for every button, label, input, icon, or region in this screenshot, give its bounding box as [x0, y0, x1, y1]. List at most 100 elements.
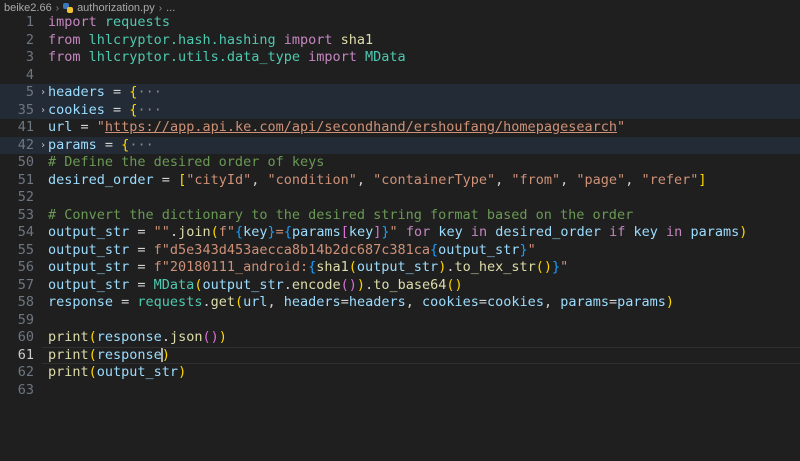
code-text: output_str = f"d5e343d453aecca8b14b2dc68… — [48, 242, 536, 260]
token-op: , — [251, 171, 268, 188]
code-line[interactable]: 56 output_str = f"20180111_android:{sha1(… — [0, 259, 800, 277]
fold-chevron-icon[interactable]: › — [38, 102, 48, 120]
token-fold[interactable]: ··· — [137, 84, 161, 100]
token-op — [276, 32, 284, 48]
token-fn: to_hex_str — [454, 259, 536, 275]
code-line[interactable]: 53 # Convert the dictionary to the desire… — [0, 207, 800, 225]
code-line[interactable]: 62 print(output_str) — [0, 364, 800, 382]
token-var: cookies — [48, 101, 105, 118]
token-var: key — [243, 224, 268, 240]
token-op: . — [161, 329, 170, 345]
token-op — [463, 224, 471, 240]
token-str: "refer" — [641, 171, 699, 188]
token-mod: requests — [104, 14, 170, 30]
token-op: . — [169, 224, 179, 240]
line-number: 41 — [17, 119, 34, 135]
token-var: params — [291, 224, 341, 240]
token-var: output_str — [48, 224, 130, 240]
token-p1: ) — [739, 224, 748, 240]
token-fn: join — [178, 224, 211, 240]
token-p1: ( — [88, 329, 97, 345]
code-text: output_str = f"20180111_android:{sha1(ou… — [48, 259, 568, 277]
token-fn: encode — [291, 276, 341, 293]
code-line[interactable]: 55 output_str = f"d5e343d453aecca8b14b2dc… — [0, 242, 800, 260]
token-mod: requests — [137, 294, 203, 310]
token-var: output_str — [96, 364, 179, 380]
code-line[interactable]: 60 print(response.json()) — [0, 329, 800, 347]
token-var: url — [48, 119, 73, 135]
token-p3: } — [267, 224, 276, 240]
token-op: = — [340, 294, 349, 310]
token-cls: MData — [153, 276, 195, 293]
code-line[interactable]: 35 › cookies = {··· — [0, 101, 800, 120]
token-op: = — [609, 294, 618, 310]
token-fold[interactable]: ··· — [137, 102, 161, 118]
token-op: , — [625, 171, 642, 188]
token-p2: [ — [340, 224, 349, 240]
token-str: " — [527, 241, 536, 258]
token-op — [333, 32, 341, 48]
breadcrumb-file[interactable]: authorization.py — [77, 2, 155, 14]
token-var: headers — [48, 84, 105, 100]
token-op — [658, 224, 666, 240]
code-line[interactable]: 57 output_str = MData(output_str.encode()… — [0, 277, 800, 295]
code-editor[interactable]: 1 import requests 2 from lhlcryptor.hash.ha… — [0, 14, 800, 399]
code-line[interactable]: 63 — [0, 382, 800, 400]
token-p1: ( — [88, 346, 97, 363]
token-str: " — [96, 119, 105, 135]
code-text: print(response.json()) — [48, 329, 227, 347]
code-line[interactable]: 59 — [0, 312, 800, 330]
token-fold[interactable]: ··· — [129, 137, 153, 153]
token-op: = — [129, 259, 154, 275]
code-line[interactable]: 42 › params = {··· — [0, 136, 800, 155]
code-text: cookies = {··· — [48, 102, 162, 120]
token-cm: # Define the desired order of keys — [48, 154, 325, 170]
token-p2: () — [340, 276, 357, 293]
line-number: 60 — [17, 329, 34, 345]
fold-chevron-icon[interactable]: › — [38, 84, 48, 102]
code-line[interactable]: 54 output_str = "".join(f"{key}={params[k… — [0, 224, 800, 242]
token-str: = — [275, 224, 284, 240]
line-number: 3 — [25, 49, 34, 65]
code-line[interactable]: 61 print(response) — [0, 346, 800, 365]
token-fn: sha1 — [316, 259, 349, 275]
code-line[interactable]: 2 from lhlcryptor.hash.hashing import sha… — [0, 32, 800, 50]
token-var: output_str — [48, 259, 130, 275]
token-var: headers — [348, 294, 406, 310]
breadcrumb-folder[interactable]: beike2.66 — [0, 2, 52, 14]
line-number: 1 — [25, 14, 34, 30]
code-line[interactable]: 4 — [0, 67, 800, 85]
token-var: desired_order — [48, 171, 154, 188]
token-var: key — [633, 224, 658, 240]
token-p1: ) — [178, 364, 187, 380]
code-line[interactable]: 58 response = requests.get(url, headers=h… — [0, 294, 800, 312]
token-str: "page" — [576, 171, 626, 188]
token-op: = — [478, 294, 488, 310]
token-fn: print — [48, 346, 89, 363]
code-line[interactable]: 5 › headers = {··· — [0, 84, 800, 102]
breadcrumb-more[interactable]: ... — [166, 2, 175, 14]
token-op: = — [96, 136, 122, 153]
fold-chevron-icon[interactable]: › — [38, 137, 48, 155]
code-line[interactable]: 51 desired_order = ["cityId", "condition"… — [0, 172, 800, 190]
code-line[interactable]: 50 # Define the desired order of keys — [0, 154, 800, 172]
line-number: 51 — [17, 171, 34, 188]
line-number: 62 — [17, 364, 34, 380]
token-op: = — [104, 84, 130, 100]
code-line[interactable]: 52 — [0, 189, 800, 207]
token-p1: () — [535, 259, 553, 275]
code-line[interactable]: 1 import requests — [0, 14, 800, 32]
token-op: , — [495, 171, 512, 188]
token-str: "from" — [511, 171, 561, 188]
token-op: = — [113, 294, 138, 310]
token-fn: to_base64 — [373, 276, 447, 293]
code-line[interactable]: 3 from lhlcryptor.utils.data_type import … — [0, 49, 800, 67]
token-kw: import — [283, 31, 333, 48]
line-number: 54 — [17, 224, 34, 240]
token-var: cookies — [422, 294, 479, 310]
token-op — [97, 14, 105, 30]
code-text: desired_order = ["cityId", "condition", … — [48, 172, 707, 190]
code-line[interactable]: 41 url = "https://app.api.ke.com/api/seco… — [0, 119, 800, 137]
token-p3: } — [381, 224, 390, 240]
token-str: "condition" — [267, 171, 357, 188]
